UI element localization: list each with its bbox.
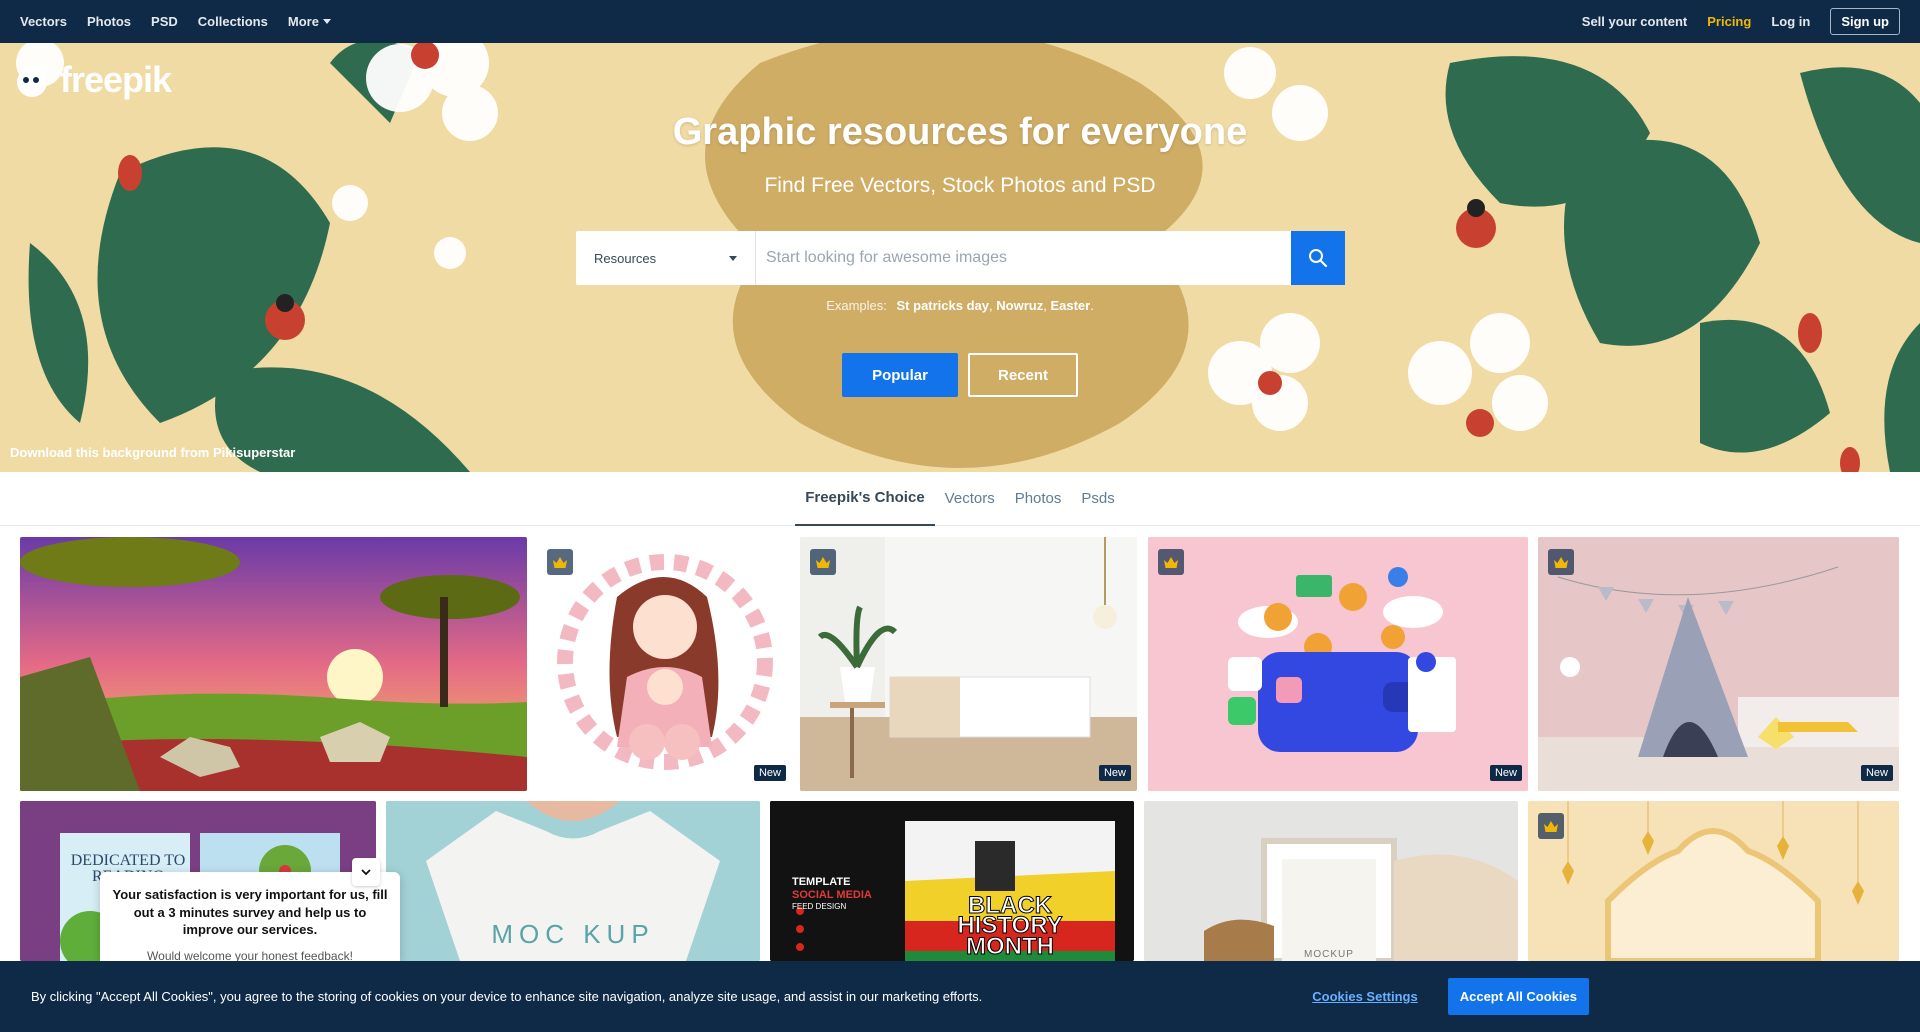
example-link[interactable]: St patricks day <box>897 298 990 313</box>
content-tabs: Freepik's Choice Vectors Photos Psds <box>0 472 1920 526</box>
bhm-line-3: MONTH <box>966 932 1055 960</box>
image-card-ramadan[interactable] <box>1528 801 1899 961</box>
search-icon <box>1309 249 1328 268</box>
crown-icon <box>1544 820 1558 832</box>
frame-mockup-image <box>1144 801 1518 961</box>
crown-icon <box>1164 556 1178 568</box>
mother-baby-image <box>557 554 773 770</box>
top-navbar: Vectors Photos PSD Collections More Sell… <box>0 0 1920 43</box>
nav-vectors[interactable]: Vectors <box>20 14 67 29</box>
logo-text: freepik <box>60 59 172 100</box>
crown-icon <box>1554 556 1568 568</box>
interior-room-image <box>800 537 1137 791</box>
hero-banner: freepik Graphic resources for everyone F… <box>0 43 1920 472</box>
image-card-tshirt[interactable]: MOC KUP <box>386 801 760 961</box>
background-credit-link[interactable]: Download this background from Pikisupers… <box>10 445 295 460</box>
ramadan-arch-image <box>1528 801 1899 961</box>
signup-button[interactable]: Sign up <box>1830 8 1900 35</box>
premium-crown-badge <box>547 549 573 575</box>
resource-type-value: Resources <box>594 250 657 266</box>
hero-subtitle: Find Free Vectors, Stock Photos and PSD <box>764 174 1156 197</box>
new-badge: New <box>753 765 786 781</box>
nav-collections[interactable]: Collections <box>198 14 268 29</box>
examples-label: Examples: <box>826 298 887 313</box>
tab-psds[interactable]: Psds <box>1071 472 1124 526</box>
search-bar: Resources <box>576 231 1345 285</box>
image-card-wallet[interactable]: New <box>1148 537 1528 791</box>
image-card-mother[interactable]: New <box>537 537 792 791</box>
template-label: TEMPLATE <box>792 876 851 888</box>
accept-all-cookies-button[interactable]: Accept All Cookies <box>1447 978 1589 1015</box>
kids-teepee-image <box>1538 537 1899 791</box>
image-card-interior[interactable]: New <box>800 537 1137 791</box>
search-examples: Examples: St patricks day, Nowruz, Easte… <box>826 298 1094 313</box>
example-link[interactable]: Easter <box>1050 298 1090 313</box>
search-input[interactable] <box>756 231 1291 285</box>
image-card-savanna[interactable] <box>20 537 527 791</box>
caret-down-icon <box>729 255 737 261</box>
sell-content-link[interactable]: Sell your content <box>1582 14 1687 29</box>
recent-button[interactable]: Recent <box>968 353 1078 397</box>
nav-right: Sell your content Pricing Log in Sign up <box>1582 8 1900 35</box>
feed-design-label: FEED DESIGN <box>792 902 847 911</box>
nav-more-label: More <box>287 14 319 29</box>
shirt-text: MOC KUP <box>491 919 655 949</box>
premium-crown-badge <box>1548 549 1574 575</box>
nav-psd[interactable]: PSD <box>151 14 178 29</box>
new-badge: New <box>1860 765 1893 781</box>
cookies-settings-link[interactable]: Cookies Settings <box>1312 989 1417 1004</box>
cookie-banner: By clicking "Accept All Cookies", you ag… <box>0 961 1920 1032</box>
login-link[interactable]: Log in <box>1771 14 1810 29</box>
frame-text: MOCKUP <box>1304 949 1354 960</box>
survey-popup: Your satisfaction is very important for … <box>100 858 400 963</box>
resource-type-select[interactable]: Resources <box>576 231 756 285</box>
new-badge: New <box>1489 765 1522 781</box>
hero-title: Graphic resources for everyone <box>672 111 1248 153</box>
pricing-link[interactable]: Pricing <box>1707 14 1751 29</box>
crown-icon <box>816 556 830 568</box>
freepik-logo[interactable]: freepik <box>14 59 172 101</box>
tab-vectors[interactable]: Vectors <box>935 472 1005 526</box>
new-badge: New <box>1098 765 1131 781</box>
cookie-banner-text: By clicking "Accept All Cookies", you ag… <box>31 989 983 1004</box>
chevron-down-icon <box>361 869 371 875</box>
premium-crown-badge <box>810 549 836 575</box>
freepik-logo-icon <box>17 64 48 97</box>
nav-photos[interactable]: Photos <box>87 14 131 29</box>
chevron-down-icon <box>322 19 331 24</box>
premium-crown-badge <box>1158 549 1184 575</box>
nav-left: Vectors Photos PSD Collections More <box>20 14 331 29</box>
hero-buttons: Popular Recent <box>842 353 1078 397</box>
crypto-wallet-image <box>1148 537 1528 791</box>
image-card-teepee[interactable]: New <box>1538 537 1899 791</box>
premium-crown-badge <box>1538 813 1564 839</box>
survey-question: Your satisfaction is very important for … <box>112 887 388 938</box>
search-button[interactable] <box>1291 231 1345 285</box>
social-media-label: SOCIAL MEDIA <box>792 889 872 901</box>
popular-button[interactable]: Popular <box>842 353 958 397</box>
nav-more[interactable]: More <box>288 14 331 29</box>
savanna-sunset-image <box>20 537 527 791</box>
tab-freepiks-choice[interactable]: Freepik's Choice <box>795 472 935 526</box>
image-card-social-media[interactable]: TEMPLATE SOCIAL MEDIA FEED DESIGN BLACK … <box>770 801 1134 961</box>
crown-icon <box>553 556 567 568</box>
image-card-frame[interactable]: MOCKUP <box>1144 801 1518 961</box>
example-link[interactable]: Nowruz <box>996 298 1043 313</box>
survey-collapse-button[interactable] <box>352 858 380 886</box>
bhm-title: BLACK HISTORY MONTH <box>905 893 1115 960</box>
tab-photos[interactable]: Photos <box>1005 472 1072 526</box>
